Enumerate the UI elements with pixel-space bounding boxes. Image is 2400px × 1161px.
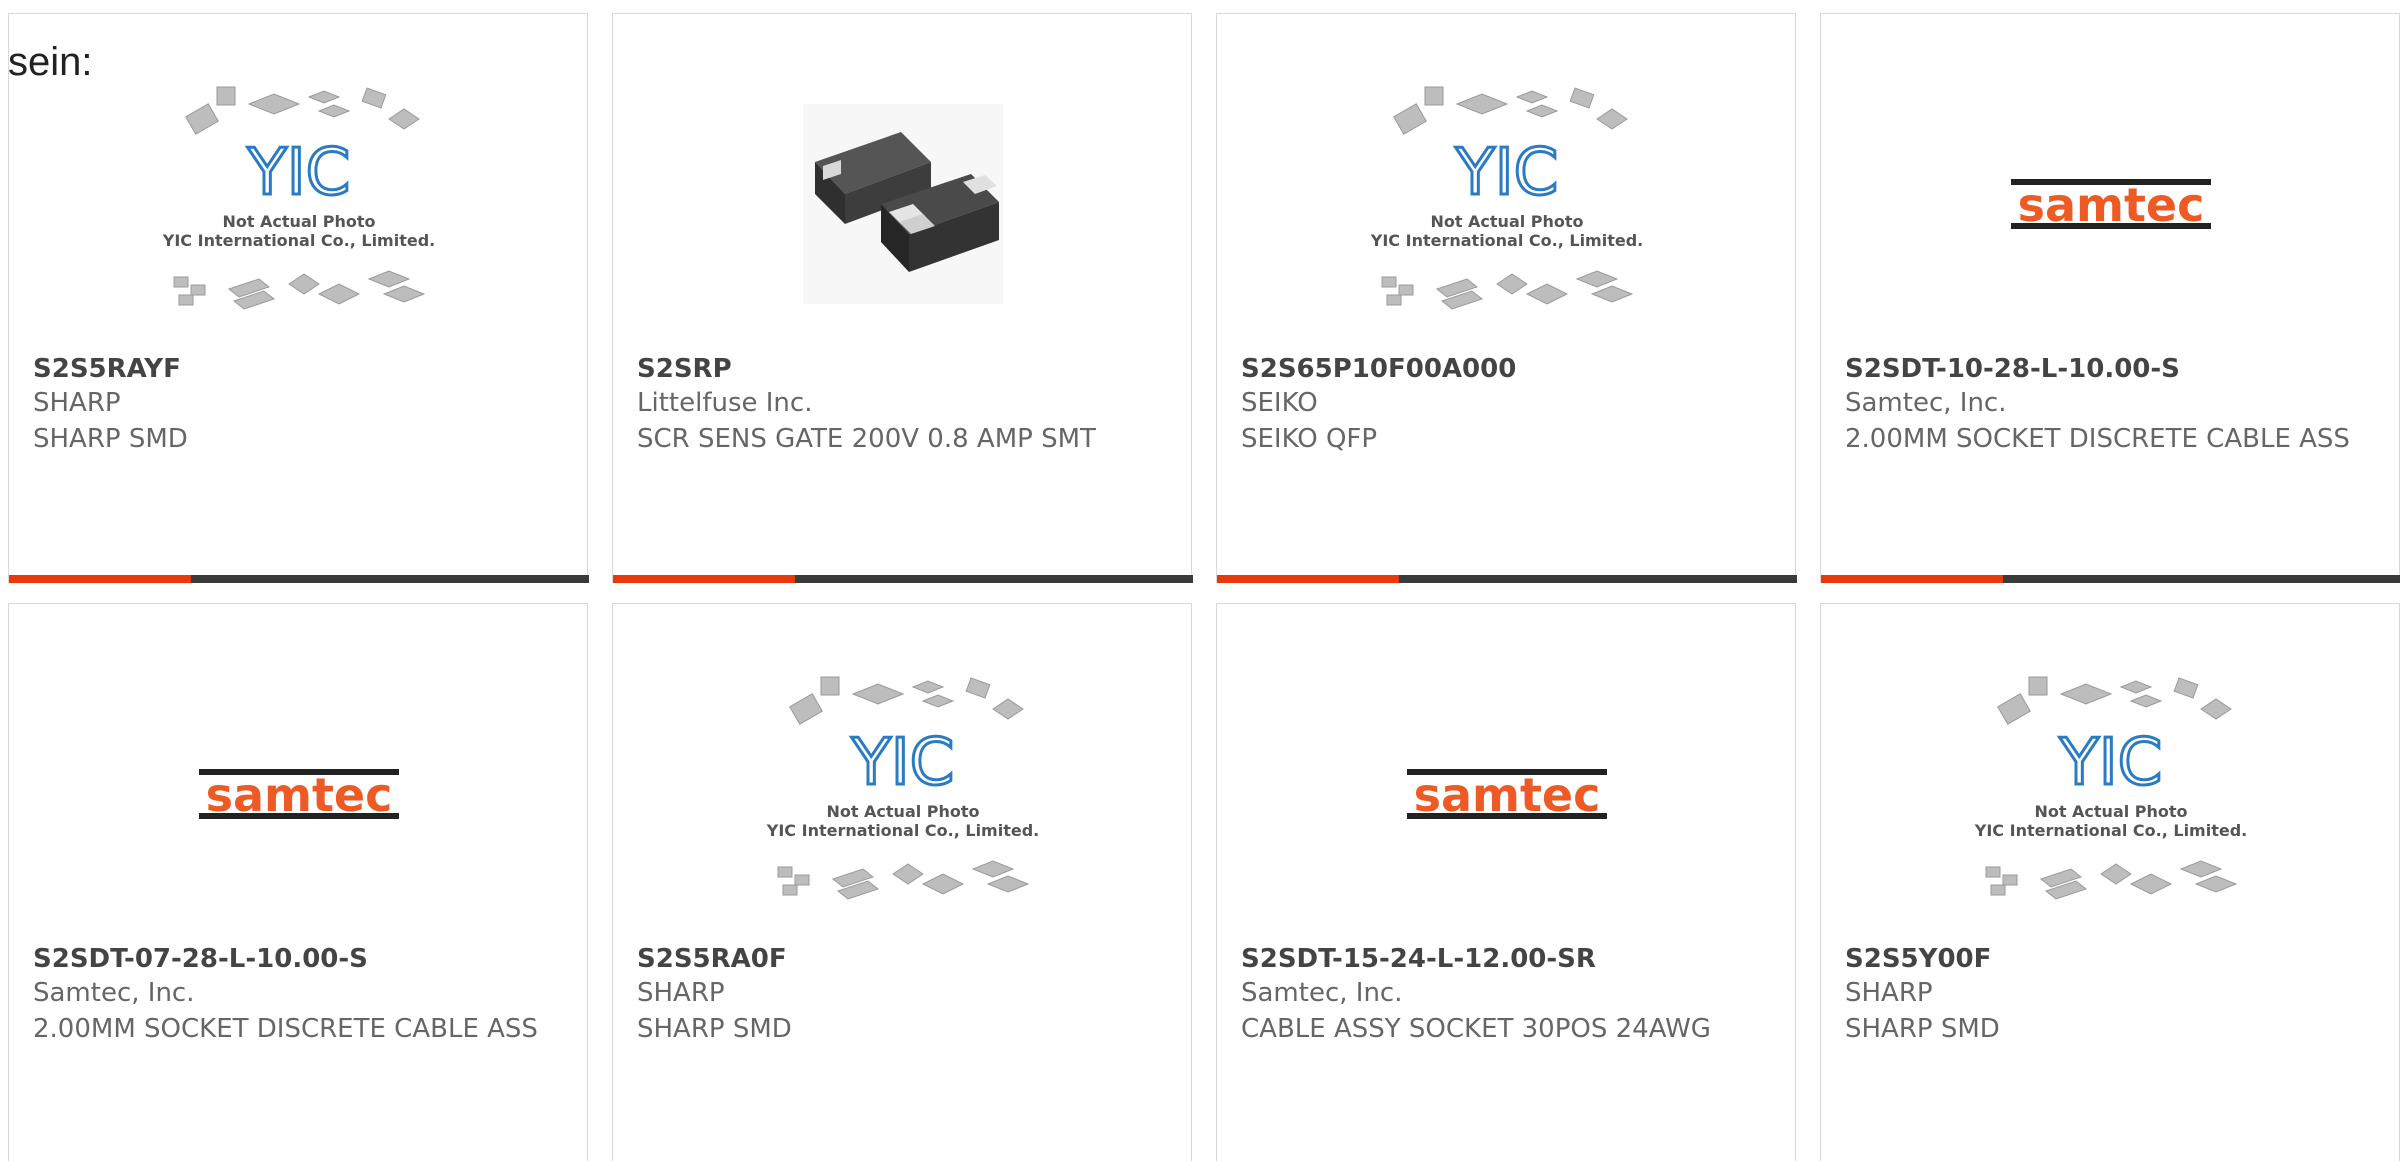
intro-text: sein:	[8, 40, 93, 84]
product-card[interactable]: YIC Not Actual Photo YIC International C…	[1216, 13, 1797, 583]
part-number[interactable]: S2S5RA0F	[637, 944, 787, 974]
card-bar	[1821, 575, 2400, 583]
product-card[interactable]: samtec S2SDT-10-28-L-10.00-S Samtec, Inc…	[1820, 13, 2400, 583]
chip-photo-image	[803, 104, 1003, 304]
product-image: YIC Not Actual Photo YIC International C…	[9, 44, 589, 364]
yic-placeholder-image: YIC Not Actual Photo YIC International C…	[162, 86, 435, 310]
product-card[interactable]: YIC Not Actual Photo YIC International C…	[8, 13, 589, 583]
description: CABLE ASSY SOCKET 30POS 24AWG	[1241, 1014, 1711, 1044]
part-number[interactable]: S2SDT-07-28-L-10.00-S	[33, 944, 368, 974]
description: SHARP SMD	[1845, 1014, 2000, 1044]
yic-placeholder-image: YIC Not Actual Photo YIC International C…	[766, 676, 1039, 900]
product-image: samtec	[1217, 634, 1797, 954]
manufacturer: SEIKO	[1241, 388, 1318, 418]
description: 2.00MM SOCKET DISCRETE CABLE ASS	[1845, 424, 2350, 454]
card-bar	[1217, 575, 1797, 583]
svg-text:Not Actual Photo: Not Actual Photo	[826, 802, 979, 821]
product-image	[613, 44, 1193, 364]
card-bar	[613, 575, 1193, 583]
product-image: YIC Not Actual Photo YIC International C…	[1821, 634, 2400, 954]
manufacturer: SHARP	[33, 388, 121, 418]
yic-placeholder-image: YIC Not Actual Photo YIC International C…	[1370, 86, 1643, 310]
description: SCR SENS GATE 200V 0.8 AMP SMT	[637, 424, 1096, 454]
svg-text:YIC International Co., Limited: YIC International Co., Limited.	[766, 821, 1039, 840]
description: SHARP SMD	[33, 424, 188, 454]
samtec-logo: samtec	[1407, 763, 1607, 825]
product-card[interactable]: samtec S2SDT-15-24-L-12.00-SR Samtec, In…	[1216, 603, 1796, 1161]
description: 2.00MM SOCKET DISCRETE CABLE ASS	[33, 1014, 538, 1044]
yic-logo: YIC	[1455, 136, 1559, 210]
product-card[interactable]: S2SRP Littelfuse Inc. SCR SENS GATE 200V…	[612, 13, 1193, 583]
part-number[interactable]: S2SDT-10-28-L-10.00-S	[1845, 354, 2180, 384]
samtec-logo: samtec	[199, 763, 399, 825]
manufacturer: Samtec, Inc.	[1845, 388, 2007, 418]
part-number[interactable]: S2SDT-15-24-L-12.00-SR	[1241, 944, 1596, 974]
manufacturer: Samtec, Inc.	[1241, 978, 1403, 1008]
manufacturer: SHARP	[1845, 978, 1933, 1008]
manufacturer: Littelfuse Inc.	[637, 388, 813, 418]
svg-text:YIC International Co., Limited: YIC International Co., Limited.	[1370, 231, 1643, 250]
manufacturer: SHARP	[637, 978, 725, 1008]
part-number[interactable]: S2S65P10F00A000	[1241, 354, 1516, 384]
product-image: samtec	[1821, 44, 2400, 364]
card-bar	[9, 575, 589, 583]
part-number[interactable]: S2S5Y00F	[1845, 944, 1991, 974]
product-card[interactable]: samtec S2SDT-07-28-L-10.00-S Samtec, Inc…	[8, 603, 588, 1161]
product-image: YIC Not Actual Photo YIC International C…	[613, 634, 1193, 954]
yic-logo: YIC	[2059, 726, 2163, 800]
svg-text:Not Actual Photo: Not Actual Photo	[2034, 802, 2187, 821]
yic-logo: YIC	[247, 136, 351, 210]
yic-placeholder-image: YIC Not Actual Photo YIC International C…	[1974, 676, 2247, 900]
part-number[interactable]: S2SRP	[637, 354, 732, 384]
part-number[interactable]: S2S5RAYF	[33, 354, 181, 384]
product-image: YIC Not Actual Photo YIC International C…	[1217, 44, 1797, 364]
manufacturer: Samtec, Inc.	[33, 978, 195, 1008]
svg-text:Not Actual Photo: Not Actual Photo	[1430, 212, 1583, 231]
yic-logo: YIC	[851, 726, 955, 800]
svg-text:YIC International Co., Limited: YIC International Co., Limited.	[1974, 821, 2247, 840]
svg-text:Not Actual Photo: Not Actual Photo	[222, 212, 375, 231]
product-card[interactable]: YIC Not Actual Photo YIC International C…	[1820, 603, 2400, 1161]
svg-text:YIC International Co., Limited: YIC International Co., Limited.	[162, 231, 435, 250]
description: SHARP SMD	[637, 1014, 792, 1044]
product-card[interactable]: YIC Not Actual Photo YIC International C…	[612, 603, 1192, 1161]
samtec-logo: samtec	[2011, 173, 2211, 235]
description: SEIKO QFP	[1241, 424, 1378, 454]
product-image: samtec	[9, 634, 589, 954]
